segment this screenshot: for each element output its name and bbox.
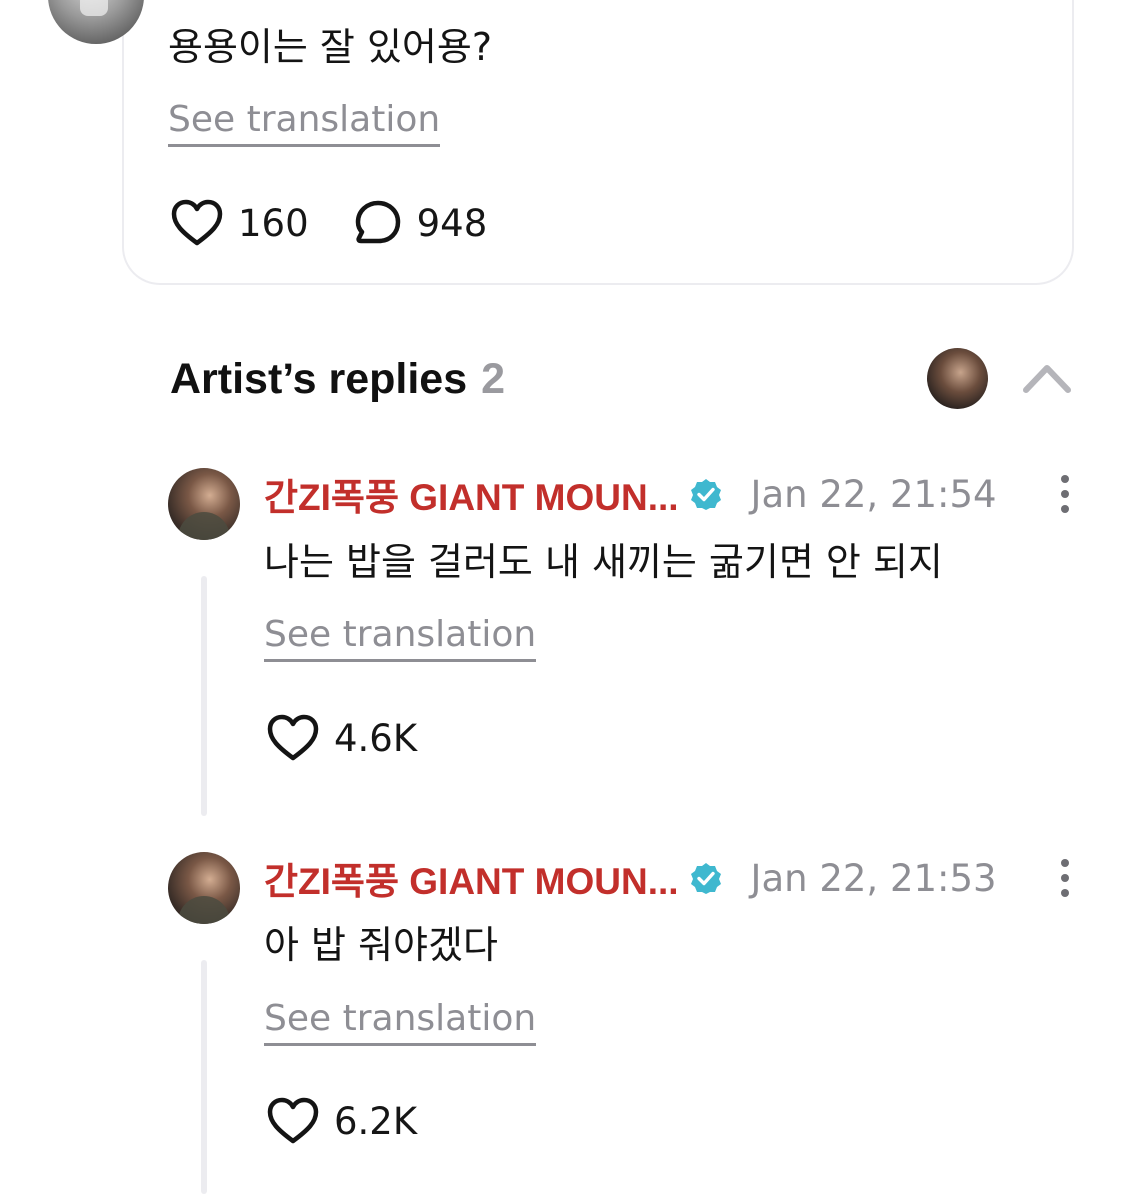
post-like-count: 160 bbox=[238, 201, 309, 245]
post-actions: 160 948 bbox=[170, 196, 487, 250]
verified-badge-icon bbox=[690, 863, 721, 894]
heart-icon bbox=[267, 1097, 319, 1144]
reply-author-name[interactable]: 간ZI폭풍 GIANT MOUN... bbox=[264, 851, 679, 905]
verified-badge-icon bbox=[690, 479, 721, 510]
reply-like-count: 6.2K bbox=[334, 1099, 418, 1143]
reply-author-avatar[interactable] bbox=[168, 852, 240, 924]
heart-icon bbox=[267, 714, 319, 761]
reply-like-button[interactable]: 4.6K bbox=[266, 713, 417, 763]
heart-icon bbox=[171, 199, 223, 246]
reply-see-translation-link[interactable]: See translation bbox=[264, 997, 537, 1046]
more-options-icon[interactable] bbox=[1054, 856, 1076, 900]
artist-replies-title: Artist’s replies bbox=[170, 354, 468, 403]
reply-meta: 간ZI폭풍 GIANT MOUN... Jan 22, 21:53 bbox=[264, 856, 997, 903]
artist-avatar[interactable] bbox=[927, 348, 988, 409]
reply-thread-line bbox=[201, 960, 207, 1194]
reply-author-name[interactable]: 간ZI폭풍 GIANT MOUN... bbox=[264, 467, 679, 521]
post-see-translation-link[interactable]: See translation bbox=[168, 98, 441, 147]
reply-timestamp: Jan 22, 21:54 bbox=[750, 472, 997, 516]
post-comment-button[interactable]: 948 bbox=[353, 198, 488, 248]
reply-timestamp: Jan 22, 21:53 bbox=[750, 856, 997, 900]
reply-actions: 6.2K bbox=[266, 1094, 417, 1148]
reply-like-button[interactable]: 6.2K bbox=[266, 1096, 417, 1146]
reply-thread-line bbox=[201, 576, 207, 816]
reply-see-translation-link[interactable]: See translation bbox=[264, 613, 537, 662]
reply-actions: 4.6K bbox=[266, 711, 417, 765]
post-text: 용용이는 잘 있어용? bbox=[168, 25, 493, 69]
reply-text: 나는 밥을 걸러도 내 새끼는 굶기면 안 되지 bbox=[264, 540, 943, 584]
chevron-up-icon[interactable] bbox=[1020, 358, 1074, 398]
reply-text: 아 밥 줘야겠다 bbox=[264, 923, 498, 967]
post-comment-count: 948 bbox=[416, 201, 488, 245]
reply-author-avatar[interactable] bbox=[168, 468, 240, 540]
artist-replies-header: Artist’s replies 2 bbox=[170, 350, 505, 408]
reply-like-count: 4.6K bbox=[334, 716, 418, 760]
more-options-icon[interactable] bbox=[1054, 472, 1076, 516]
reply-meta: 간ZI폭풍 GIANT MOUN... Jan 22, 21:54 bbox=[264, 472, 997, 519]
post-like-button[interactable]: 160 bbox=[170, 198, 309, 248]
comment-icon bbox=[355, 200, 400, 244]
artist-replies-count: 2 bbox=[481, 354, 506, 403]
